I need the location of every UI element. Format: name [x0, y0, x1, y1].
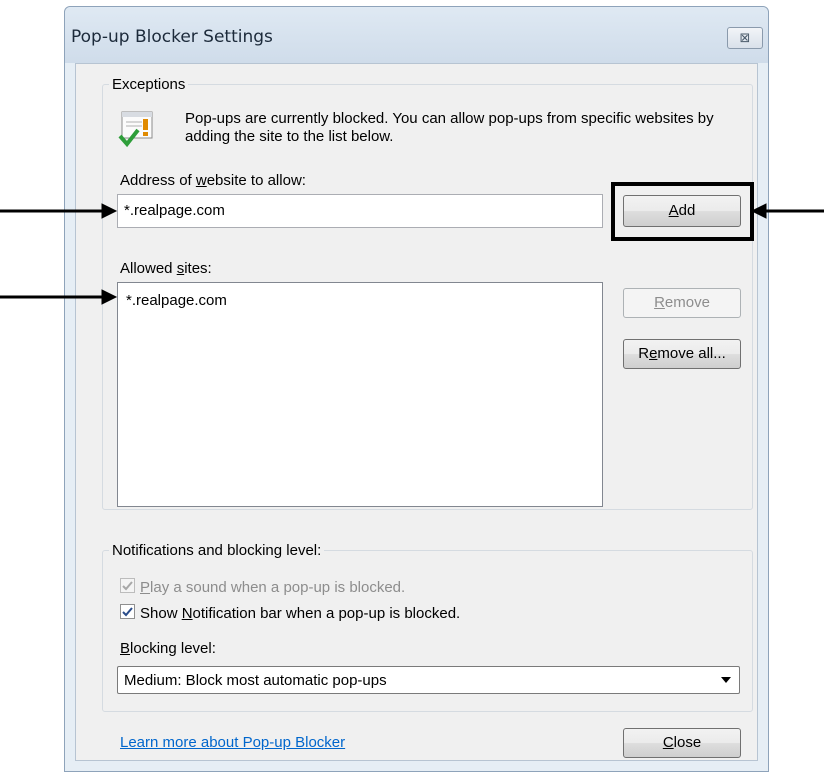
learn-more-link[interactable]: Learn more about Pop-up Blocker [120, 734, 345, 751]
play-sound-checkbox[interactable] [120, 578, 135, 593]
chevron-down-icon [721, 677, 731, 683]
popup-blocker-dialog: Pop-up Blocker Settings ⊠ Exceptions Pop… [64, 6, 769, 772]
blocking-level-value: Medium: Block most automatic pop-ups [124, 672, 387, 689]
close-button[interactable]: Close [623, 728, 741, 758]
exceptions-group-title: Exceptions [112, 76, 186, 93]
notifications-group-title: Notifications and blocking level: [112, 542, 322, 559]
play-sound-option[interactable]: Play a sound when a pop-up is blocked. [120, 578, 405, 596]
remove-button[interactable]: Remove [623, 288, 741, 318]
allowed-sites-list[interactable]: *.realpage.com [117, 282, 603, 507]
close-window-button[interactable]: ⊠ [727, 27, 763, 49]
title-bar: Pop-up Blocker Settings ⊠ [65, 7, 768, 63]
warning-shield-icon [118, 108, 158, 155]
add-button[interactable]: Add [623, 195, 741, 227]
show-notification-option[interactable]: Show Notification bar when a pop-up is b… [120, 604, 460, 622]
allowed-site-item[interactable]: *.realpage.com [126, 292, 227, 309]
remove-all-button[interactable]: Remove all... [623, 339, 741, 369]
blocking-level-label: Blocking level: [120, 640, 216, 657]
exceptions-description: Pop-ups are currently blocked. You can a… [185, 110, 714, 145]
address-label: Address of website to allow: [120, 172, 306, 189]
blocking-level-dropdown[interactable]: Medium: Block most automatic pop-ups [117, 666, 740, 694]
dialog-body: Exceptions Pop-ups are currently blocked… [75, 63, 758, 761]
website-address-input[interactable]: *.realpage.com [117, 194, 603, 228]
close-icon: ⊠ [739, 30, 751, 45]
allowed-sites-label: Allowed sites: [120, 260, 212, 277]
show-notification-label: Show Notification bar when a pop-up is b… [140, 605, 461, 622]
play-sound-label: Play a sound when a pop-up is blocked. [140, 579, 406, 596]
show-notification-checkbox[interactable] [120, 604, 135, 619]
dialog-title: Pop-up Blocker Settings [71, 27, 273, 47]
